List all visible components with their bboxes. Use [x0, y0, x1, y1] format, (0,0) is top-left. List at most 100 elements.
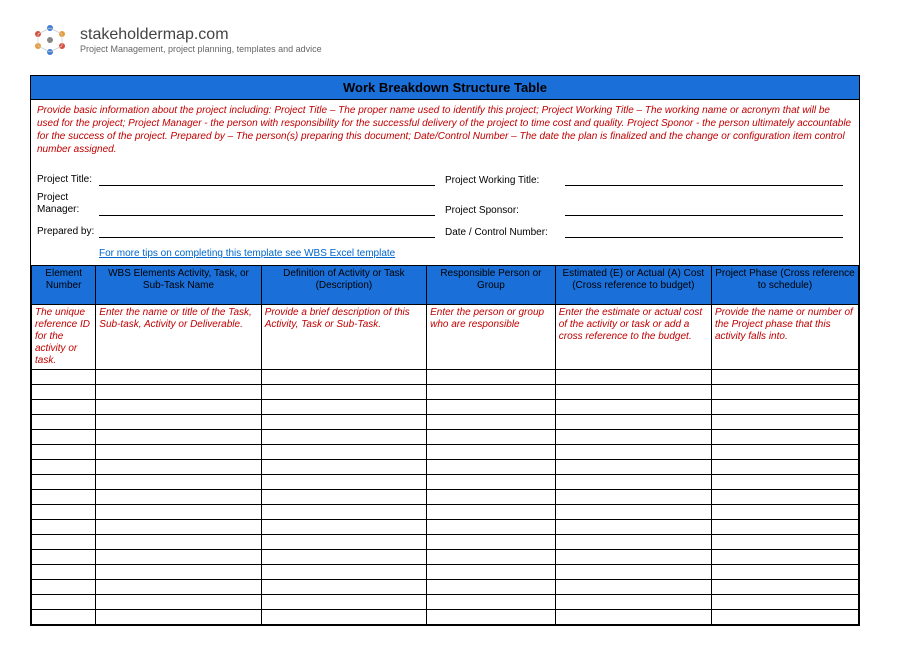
table-cell[interactable] [711, 385, 858, 400]
table-cell[interactable] [96, 595, 261, 610]
table-cell[interactable] [32, 610, 96, 625]
table-cell[interactable] [32, 370, 96, 385]
table-cell[interactable] [32, 490, 96, 505]
table-cell[interactable] [32, 460, 96, 475]
table-cell[interactable] [555, 370, 711, 385]
table-cell[interactable] [96, 505, 261, 520]
table-cell[interactable] [711, 535, 858, 550]
table-cell[interactable] [555, 400, 711, 415]
table-cell[interactable] [261, 400, 426, 415]
table-cell[interactable] [427, 370, 556, 385]
table-cell[interactable] [32, 505, 96, 520]
table-cell[interactable] [427, 505, 556, 520]
table-cell[interactable] [555, 385, 711, 400]
table-cell[interactable] [427, 550, 556, 565]
table-cell[interactable] [555, 535, 711, 550]
table-cell[interactable] [555, 580, 711, 595]
table-cell[interactable] [427, 490, 556, 505]
table-cell[interactable] [555, 490, 711, 505]
table-cell[interactable] [555, 460, 711, 475]
table-cell[interactable] [427, 610, 556, 625]
table-cell[interactable] [32, 595, 96, 610]
table-cell[interactable] [261, 475, 426, 490]
table-cell[interactable] [427, 565, 556, 580]
table-cell[interactable] [32, 580, 96, 595]
table-cell[interactable] [555, 445, 711, 460]
table-cell[interactable] [32, 550, 96, 565]
table-cell[interactable] [32, 400, 96, 415]
table-cell[interactable] [261, 595, 426, 610]
table-cell[interactable] [711, 475, 858, 490]
table-cell[interactable] [711, 445, 858, 460]
table-cell[interactable] [96, 490, 261, 505]
table-cell[interactable] [427, 385, 556, 400]
table-cell[interactable] [427, 415, 556, 430]
table-cell[interactable] [32, 385, 96, 400]
table-cell[interactable] [261, 490, 426, 505]
table-cell[interactable] [32, 565, 96, 580]
table-cell[interactable] [96, 370, 261, 385]
table-cell[interactable] [32, 430, 96, 445]
table-cell[interactable] [96, 580, 261, 595]
table-cell[interactable] [261, 535, 426, 550]
table-cell[interactable] [555, 550, 711, 565]
table-cell[interactable] [711, 430, 858, 445]
table-cell[interactable] [96, 385, 261, 400]
table-cell[interactable] [427, 595, 556, 610]
working-title-input[interactable] [565, 170, 843, 186]
table-cell[interactable] [96, 475, 261, 490]
table-cell[interactable] [32, 445, 96, 460]
table-cell[interactable] [32, 520, 96, 535]
table-cell[interactable] [555, 565, 711, 580]
project-title-input[interactable] [99, 170, 435, 186]
table-cell[interactable] [96, 610, 261, 625]
table-cell[interactable] [261, 610, 426, 625]
prepared-by-input[interactable] [99, 222, 435, 238]
table-cell[interactable] [711, 565, 858, 580]
date-control-input[interactable] [565, 222, 843, 238]
table-cell[interactable] [261, 430, 426, 445]
table-cell[interactable] [96, 400, 261, 415]
table-cell[interactable] [96, 535, 261, 550]
table-cell[interactable] [427, 430, 556, 445]
project-sponsor-input[interactable] [565, 200, 843, 216]
table-cell[interactable] [711, 370, 858, 385]
table-cell[interactable] [711, 415, 858, 430]
table-cell[interactable] [261, 550, 426, 565]
table-cell[interactable] [261, 520, 426, 535]
table-cell[interactable] [711, 520, 858, 535]
table-cell[interactable] [32, 415, 96, 430]
table-cell[interactable] [261, 445, 426, 460]
table-cell[interactable] [427, 445, 556, 460]
tips-link[interactable]: For more tips on completing this templat… [37, 244, 853, 265]
table-cell[interactable] [555, 610, 711, 625]
table-cell[interactable] [96, 550, 261, 565]
table-cell[interactable] [261, 505, 426, 520]
table-cell[interactable] [711, 460, 858, 475]
table-cell[interactable] [427, 400, 556, 415]
table-cell[interactable] [32, 535, 96, 550]
table-cell[interactable] [711, 610, 858, 625]
table-cell[interactable] [96, 430, 261, 445]
table-cell[interactable] [555, 595, 711, 610]
table-cell[interactable] [555, 475, 711, 490]
table-cell[interactable] [96, 520, 261, 535]
table-cell[interactable] [427, 580, 556, 595]
table-cell[interactable] [711, 550, 858, 565]
table-cell[interactable] [32, 475, 96, 490]
table-cell[interactable] [96, 565, 261, 580]
table-cell[interactable] [261, 385, 426, 400]
table-cell[interactable] [261, 580, 426, 595]
table-cell[interactable] [96, 460, 261, 475]
table-cell[interactable] [555, 415, 711, 430]
table-cell[interactable] [261, 565, 426, 580]
table-cell[interactable] [427, 520, 556, 535]
table-cell[interactable] [711, 490, 858, 505]
table-cell[interactable] [427, 535, 556, 550]
table-cell[interactable] [711, 400, 858, 415]
table-cell[interactable] [96, 415, 261, 430]
table-cell[interactable] [96, 445, 261, 460]
table-cell[interactable] [427, 460, 556, 475]
table-cell[interactable] [261, 415, 426, 430]
table-cell[interactable] [711, 580, 858, 595]
